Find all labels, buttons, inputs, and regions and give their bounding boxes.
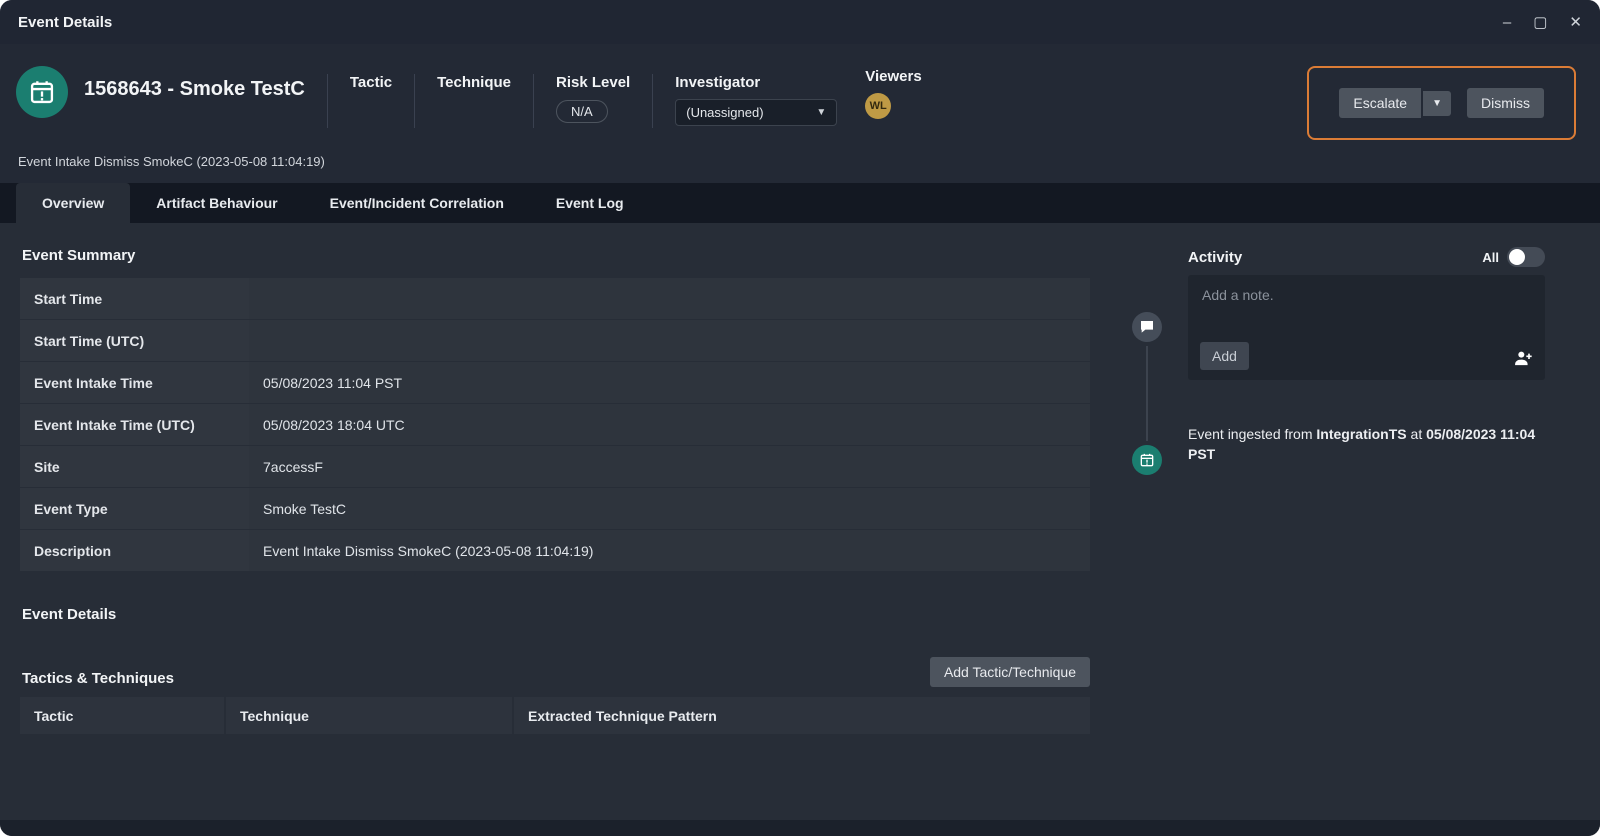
tactics-header-row: Tactics & Techniques Add Tactic/Techniqu… xyxy=(20,657,1090,687)
window-footer xyxy=(0,820,1600,836)
risk-level-label: Risk Level xyxy=(556,74,630,91)
summary-row-label: Event Type xyxy=(20,488,249,529)
technique-label: Technique xyxy=(437,74,511,91)
tab-event-incident-correlation[interactable]: Event/Incident Correlation xyxy=(304,183,530,223)
note-comment-icon xyxy=(1132,312,1162,342)
dismiss-button[interactable]: Dismiss xyxy=(1467,88,1544,118)
investigator-select[interactable]: (Unassigned) ▼ xyxy=(675,99,837,126)
toggle-knob xyxy=(1509,249,1525,265)
event-ingested-icon xyxy=(1132,445,1162,475)
entry-text: at xyxy=(1407,426,1426,442)
summary-row-value xyxy=(249,320,1090,361)
summary-row-label: Description xyxy=(20,530,249,571)
event-actions-group: Escalate ▼ Dismiss xyxy=(1307,66,1576,140)
tab-artifact-behaviour[interactable]: Artifact Behaviour xyxy=(130,183,303,223)
summary-row-label: Site xyxy=(20,446,249,487)
tactic-column: Tactic xyxy=(350,74,392,91)
investigator-value: (Unassigned) xyxy=(686,105,763,120)
table-row: Start Time (UTC) xyxy=(20,320,1090,362)
activity-all-toggle[interactable] xyxy=(1507,247,1545,267)
activity-heading: Activity xyxy=(1188,249,1242,266)
escalate-dropdown-button[interactable]: ▼ xyxy=(1423,91,1451,116)
table-row: Event Intake Time 05/08/2023 11:04 PST xyxy=(20,362,1090,404)
event-header: 1568643 - Smoke TestC Tactic Technique R… xyxy=(0,44,1600,183)
viewer-avatar: WL xyxy=(865,93,891,119)
summary-row-value: 7accessF xyxy=(249,446,1090,487)
column-header-tactic: Tactic xyxy=(20,697,226,734)
technique-column: Technique xyxy=(437,74,511,91)
table-row: Event Type Smoke TestC xyxy=(20,488,1090,530)
main-content: Event Summary Start Time Start Time (UTC… xyxy=(0,223,1600,820)
column-header-technique: Technique xyxy=(226,697,514,734)
minimize-icon[interactable]: – xyxy=(1503,15,1511,30)
summary-row-value: 05/08/2023 11:04 PST xyxy=(249,362,1090,403)
activity-panel: Activity All xyxy=(1120,223,1545,820)
tactic-label: Tactic xyxy=(350,74,392,91)
entry-text: Event ingested from xyxy=(1188,426,1316,442)
title-bar: Event Details – ▢ ✕ xyxy=(0,0,1600,44)
tactics-techniques-heading: Tactics & Techniques xyxy=(22,670,174,687)
summary-row-value: 05/08/2023 18:04 UTC xyxy=(249,404,1090,445)
event-subtitle: Event Intake Dismiss SmokeC (2023-05-08 … xyxy=(18,154,1576,169)
event-calendar-icon xyxy=(16,66,68,118)
column-header-extracted-pattern: Extracted Technique Pattern xyxy=(514,697,1090,734)
header-divider xyxy=(652,74,653,128)
assign-person-icon[interactable] xyxy=(1513,348,1533,368)
window-title: Event Details xyxy=(18,14,112,31)
tab-overview[interactable]: Overview xyxy=(16,183,130,223)
window-controls: – ▢ ✕ xyxy=(1503,15,1582,30)
summary-row-label: Start Time xyxy=(20,278,249,319)
viewers-label: Viewers xyxy=(865,68,921,85)
table-row: Site 7accessF xyxy=(20,446,1090,488)
activity-timeline: Add Event ingested from IntegrationTS at… xyxy=(1120,275,1545,465)
tab-event-log[interactable]: Event Log xyxy=(530,183,650,223)
event-details-window: Event Details – ▢ ✕ 1568643 - Smoke Test… xyxy=(0,0,1600,836)
table-row: Start Time xyxy=(20,278,1090,320)
header-divider xyxy=(327,74,328,128)
tab-bar: Overview Artifact Behaviour Event/Incide… xyxy=(0,183,1600,223)
risk-level-badge: N/A xyxy=(556,100,608,123)
maximize-icon[interactable]: ▢ xyxy=(1533,15,1547,30)
activity-header: Activity All xyxy=(1120,247,1545,267)
tactics-table-header: Tactic Technique Extracted Technique Pat… xyxy=(20,697,1090,734)
header-divider xyxy=(533,74,534,128)
escalate-button[interactable]: Escalate xyxy=(1339,88,1421,118)
overview-panel: Event Summary Start Time Start Time (UTC… xyxy=(20,223,1090,820)
add-tactic-technique-button[interactable]: Add Tactic/Technique xyxy=(930,657,1090,687)
add-note-box: Add xyxy=(1188,275,1545,380)
chevron-down-icon: ▼ xyxy=(816,107,826,118)
summary-row-label: Start Time (UTC) xyxy=(20,320,249,361)
event-title: 1568643 - Smoke TestC xyxy=(84,78,305,101)
table-row: Event Intake Time (UTC) 05/08/2023 18:04… xyxy=(20,404,1090,446)
event-summary-heading: Event Summary xyxy=(22,247,1090,264)
investigator-label: Investigator xyxy=(675,74,837,91)
activity-entry: Event ingested from IntegrationTS at 05/… xyxy=(1188,424,1545,465)
add-note-button[interactable]: Add xyxy=(1200,342,1249,370)
summary-row-value: Smoke TestC xyxy=(249,488,1090,529)
table-row: Description Event Intake Dismiss SmokeC … xyxy=(20,530,1090,572)
timeline-connector xyxy=(1146,346,1148,441)
activity-filter-label: All xyxy=(1482,250,1499,265)
event-summary-table: Start Time Start Time (UTC) Event Intake… xyxy=(20,278,1090,572)
note-input[interactable] xyxy=(1200,285,1537,337)
close-icon[interactable]: ✕ xyxy=(1569,15,1582,30)
header-divider xyxy=(414,74,415,128)
summary-row-value xyxy=(249,278,1090,319)
summary-row-value: Event Intake Dismiss SmokeC (2023-05-08 … xyxy=(249,530,1090,571)
viewers-section: Viewers WL xyxy=(865,68,921,119)
entry-source: IntegrationTS xyxy=(1316,426,1406,442)
risk-level-column: Risk Level N/A xyxy=(556,74,630,123)
summary-row-label: Event Intake Time xyxy=(20,362,249,403)
investigator-column: Investigator (Unassigned) ▼ xyxy=(675,74,837,126)
summary-row-label: Event Intake Time (UTC) xyxy=(20,404,249,445)
event-details-heading: Event Details xyxy=(22,606,1090,623)
